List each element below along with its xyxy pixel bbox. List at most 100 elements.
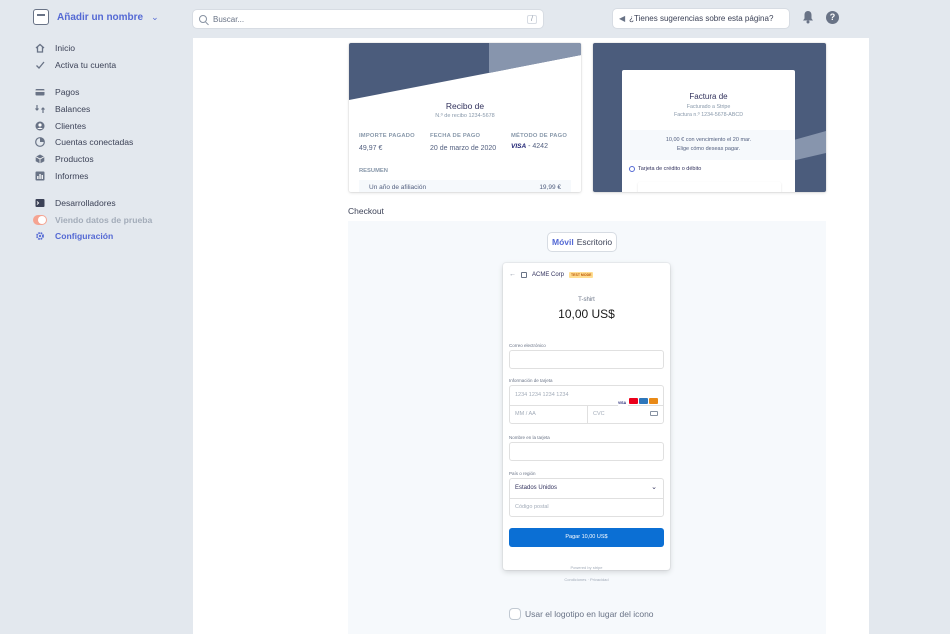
sidebar-item-customers[interactable]: Clientes: [33, 117, 188, 134]
chevron-down-icon: ⌄: [651, 484, 657, 491]
test-mode-badge: TEST MODE: [569, 271, 594, 278]
search-input[interactable]: Buscar... /: [193, 10, 543, 28]
amount-value: 49,97 €: [359, 145, 383, 152]
invoice-number: Factura n.º 1234-5678-ABCD: [673, 112, 744, 118]
sidebar-item-label: Cuentas conectadas: [55, 137, 134, 148]
payment-method-option: Tarjeta de crédito o débito: [629, 166, 701, 172]
sidebar-item-settings[interactable]: Configuración: [33, 228, 188, 245]
bell-icon[interactable]: [802, 10, 814, 24]
store-icon: [521, 271, 527, 278]
payments-icon: [33, 87, 47, 97]
checkout-section-title: Checkout: [348, 206, 384, 216]
pay-button: Pagar 10,00 US$: [509, 528, 664, 547]
mobile-checkout-preview: ← ACME Corp TEST MODE T-shirt 10,00 US$ …: [503, 263, 670, 582]
sidebar: Inicio Activa tu cuenta Pagos Balances C…: [33, 40, 188, 255]
receipt-banner: [349, 43, 581, 100]
sidebar-item-activate[interactable]: Activa tu cuenta: [33, 57, 188, 74]
chevron-down-icon: ⌄: [151, 11, 159, 22]
gear-icon: [33, 231, 47, 241]
visa-icon: VISA: [618, 401, 628, 407]
search-placeholder: Buscar...: [213, 14, 245, 24]
device-toggle: Móvil Escritorio: [548, 233, 617, 251]
tab-mobile[interactable]: Móvil: [552, 237, 574, 247]
tab-desktop[interactable]: Escritorio: [577, 237, 612, 247]
checkout-preview-area: Móvil Escritorio ← ACME Corp TEST MODE T…: [348, 221, 826, 634]
card-field-group: 1234 1234 1234 1234 VISA MM / AA CVC: [509, 385, 664, 424]
nav-group-business: Pagos Balances Clientes Cuentas conectad…: [33, 84, 188, 185]
sidebar-item-payments[interactable]: Pagos: [33, 84, 188, 101]
method-value: VISA - 4242: [511, 143, 548, 150]
connect-icon: [33, 137, 47, 148]
radio-icon: [629, 166, 635, 172]
address-field-group: Estados Unidos ⌄ Código postal: [509, 478, 664, 517]
summary-amount: 19,99 €: [539, 183, 561, 191]
card-number-placeholder: 1234 1234 1234 1234: [515, 392, 569, 398]
search-shortcut: /: [527, 14, 537, 24]
sidebar-item-products[interactable]: Productos: [33, 151, 188, 168]
cvc-placeholder: CVC: [593, 411, 605, 417]
sidebar-item-label: Viendo datos de prueba: [55, 214, 153, 225]
sidebar-item-reports[interactable]: Informes: [33, 168, 188, 185]
sidebar-item-home[interactable]: Inicio: [33, 40, 188, 57]
sidebar-item-label: Balances: [55, 103, 91, 114]
use-logo-checkbox[interactable]: Usar el logotipo en lugar del icono: [510, 609, 654, 619]
store-icon: [33, 9, 49, 25]
invoice-due-band: 10,00 € con vencimiento el 20 mar. Elige…: [622, 130, 795, 160]
email-label: Correo electrónico: [509, 343, 546, 348]
postal-placeholder: Código postal: [515, 504, 549, 510]
sidebar-item-label: Productos: [55, 154, 94, 165]
account-switcher[interactable]: Añadir un nombre ⌄: [33, 9, 159, 25]
invoice-billed-to: Facturado a Stripe: [686, 104, 731, 110]
sidebar-item-label: Pagos: [55, 86, 80, 97]
toggle-switch[interactable]: [33, 214, 47, 225]
footer-links: Condiciones · Privacidad: [564, 577, 609, 582]
sidebar-item-label: Desarrolladores: [55, 197, 116, 208]
address-divider: [510, 498, 663, 499]
visa-logo: VISA: [511, 143, 527, 150]
date-value: 20 de marzo de 2020: [430, 145, 497, 152]
sidebar-item-developers[interactable]: Desarrolladores: [33, 194, 188, 211]
summary-item: Un año de afiliación: [369, 183, 427, 191]
back-arrow-icon: ←: [509, 271, 516, 278]
method-header: MÉTODO DE PAGO: [511, 133, 568, 139]
balances-icon: [33, 104, 47, 114]
email-field: [509, 350, 664, 369]
powered-by-stripe: Powered by stripe: [570, 565, 603, 570]
feedback-button[interactable]: ◀ ¿Tienes sugerencias sobre esta página?: [613, 9, 789, 28]
receipt-number: N.º de recibo 1234-5678: [435, 113, 495, 119]
sidebar-item-label: Configuración: [55, 231, 114, 242]
products-icon: [33, 154, 47, 164]
sidebar-item-balances[interactable]: Balances: [33, 100, 188, 117]
merchant-name: ACME Corp: [532, 271, 565, 278]
check-icon: [33, 60, 47, 70]
sidebar-item-connected-accounts[interactable]: Cuentas conectadas: [33, 134, 188, 151]
payment-method-label: Tarjeta de crédito o débito: [638, 166, 702, 172]
invoice-document: Factura de Facturado a Stripe Factura n.…: [622, 70, 795, 192]
product-price: 10,00 US$: [558, 307, 615, 321]
discover-icon: [649, 398, 658, 404]
date-header: FECHA DE PAGO: [430, 133, 481, 139]
home-icon: [33, 43, 47, 54]
checkout-header: ← ACME Corp TEST MODE: [509, 271, 594, 278]
reports-icon: [33, 171, 47, 181]
expiry-placeholder: MM / AA: [515, 411, 536, 417]
summary-row: Un año de afiliación 19,99 €: [359, 180, 571, 192]
card-last4: - 4242: [526, 143, 548, 150]
checkbox[interactable]: [510, 609, 520, 619]
amex-icon: [639, 398, 648, 404]
invoice-due-line: 10,00 € con vencimiento el 20 mar.: [665, 137, 752, 143]
card-name-field: [509, 442, 664, 461]
amount-header: IMPORTE PAGADO: [359, 133, 415, 139]
help-icon[interactable]: ?: [826, 11, 839, 24]
nav-group-dev: Desarrolladores Viendo datos de prueba C…: [33, 194, 188, 244]
main-panel: Recibo de N.º de recibo 1234-5678 IMPORT…: [193, 38, 869, 634]
megaphone-icon: ◀: [619, 14, 626, 23]
card-info-label: Información de tarjeta: [509, 378, 553, 383]
cvc-icon: [650, 411, 658, 416]
sidebar-item-label: Clientes: [55, 120, 87, 131]
mastercard-icon: [629, 398, 638, 404]
sidebar-item-label: Informes: [55, 170, 89, 181]
receipt-title: Recibo de: [445, 101, 485, 111]
product-name: T-shirt: [578, 297, 595, 303]
test-data-toggle[interactable]: Viendo datos de prueba: [33, 211, 188, 228]
